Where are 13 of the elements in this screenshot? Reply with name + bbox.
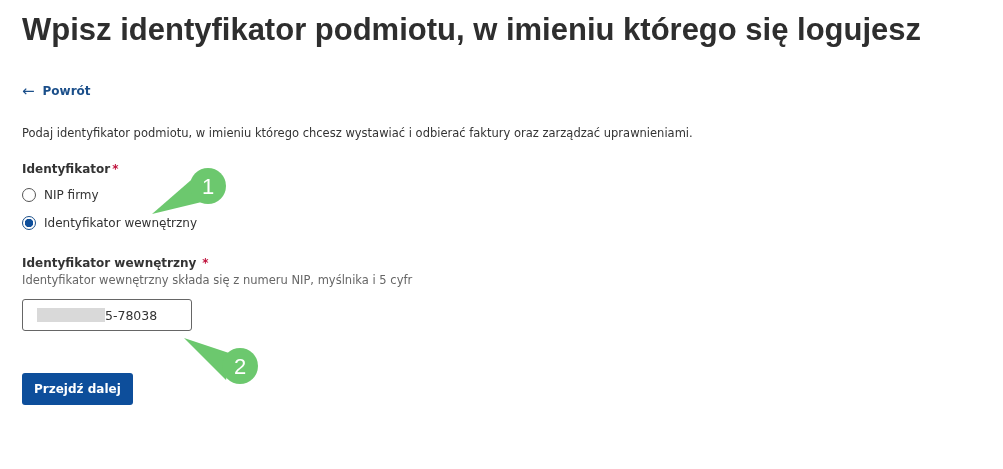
required-mark: * bbox=[112, 162, 119, 176]
input-field[interactable]: 5-78038 bbox=[22, 299, 192, 331]
radio-label[interactable]: NIP firmy bbox=[44, 188, 99, 202]
description-text: Podaj identyfikator podmiotu, w imieniu którego chcesz wystawiać i odbierać faktury oraz zarządzać uprawnieniami. bbox=[22, 126, 694, 140]
back-link[interactable]: ← Powrót bbox=[22, 82, 91, 100]
page-title: Wpisz identyfikator podmiotu, w imieniu którego się logujesz bbox=[22, 11, 923, 49]
next-button[interactable]: Przejdź dalej bbox=[22, 373, 133, 405]
field-hint: Identyfikator wewnętrzny składa się z numeru NIP, myślnika i 5 cyfr bbox=[22, 273, 414, 287]
required-mark: * bbox=[202, 256, 209, 270]
radio-label[interactable]: Identyfikator wewnętrzny bbox=[44, 216, 198, 230]
field-label: Identyfikator bbox=[22, 162, 111, 176]
radio-button[interactable] bbox=[22, 216, 36, 230]
field-label: Identyfikator wewnętrzny bbox=[22, 256, 197, 270]
